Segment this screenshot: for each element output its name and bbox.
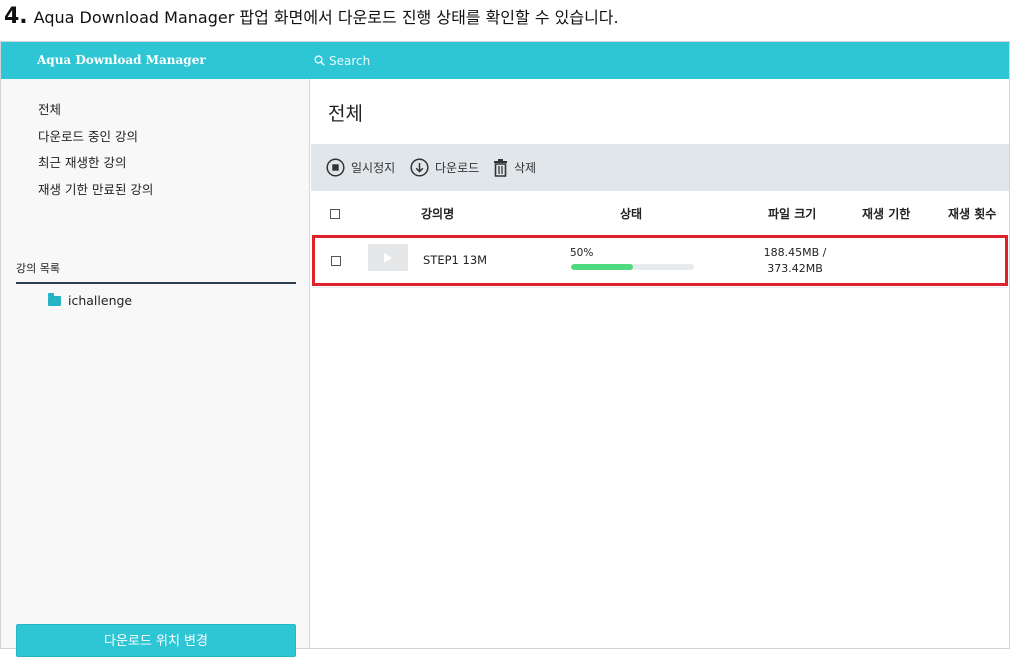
page-title: 전체 — [328, 103, 363, 125]
filter-downloading[interactable]: 다운로드 중인 강의 — [38, 124, 153, 151]
search-box[interactable]: Search — [314, 42, 370, 79]
folder-icon — [48, 292, 61, 306]
file-size: 188.45MB / 373.42MB — [735, 245, 855, 277]
folder-item[interactable]: ichallenge — [48, 292, 133, 308]
delete-label: 삭제 — [514, 161, 537, 175]
caption-text: Aqua Download Manager 팝업 화면에서 다운로드 진행 상태… — [33, 8, 619, 27]
download-icon — [410, 158, 429, 177]
col-expiry: 재생 기한 — [862, 207, 911, 221]
col-size: 파일 크기 — [768, 207, 817, 221]
download-list-area — [311, 287, 1009, 648]
progress-percent: 50% — [570, 247, 594, 259]
search-input[interactable]: Search — [329, 54, 370, 68]
main-panel: 전체 일시정지 다운로드 삭제 강의명 상태 파일 크기 재생 기한 재생 횟수 — [311, 79, 1009, 648]
file-size-downloaded: 188.45MB / — [763, 246, 827, 259]
delete-button[interactable]: 삭제 — [493, 144, 536, 191]
progress-fill — [571, 264, 633, 270]
filter-expired[interactable]: 재생 기한 만료된 강의 — [38, 177, 153, 204]
select-all-checkbox[interactable] — [330, 209, 340, 219]
instruction-caption: 4. Aqua Download Manager 팝업 화면에서 다운로드 진행 … — [0, 0, 1010, 40]
sidebar: 전체 다운로드 중인 강의 최근 재생한 강의 재생 기한 만료된 강의 강의 … — [1, 79, 310, 657]
col-plays: 재생 횟수 — [948, 207, 997, 221]
app-title: Aqua Download Manager — [37, 53, 206, 67]
table-row[interactable]: STEP1 13M 50% 188.45MB / 373.42MB — [312, 235, 1008, 286]
app-window: Aqua Download Manager Search 전체 다운로드 중인 … — [0, 41, 1010, 657]
col-name: 강의명 — [421, 207, 455, 221]
col-status: 상태 — [620, 207, 643, 221]
pause-icon — [326, 158, 345, 177]
filter-recent[interactable]: 최근 재생한 강의 — [38, 150, 153, 177]
progress-bar — [571, 264, 694, 270]
title-bar: Aqua Download Manager Search — [1, 42, 1009, 79]
filter-list: 전체 다운로드 중인 강의 최근 재생한 강의 재생 기한 만료된 강의 — [38, 97, 153, 203]
download-button[interactable]: 다운로드 — [410, 144, 479, 191]
folder-label: ichallenge — [68, 293, 133, 308]
play-icon — [384, 252, 392, 263]
search-icon — [314, 55, 325, 66]
change-location-button[interactable]: 다운로드 위치 변경 — [16, 624, 296, 657]
pause-label: 일시정지 — [351, 161, 396, 175]
table-header: 강의명 상태 파일 크기 재생 기한 재생 횟수 — [311, 201, 1009, 227]
course-list-title: 강의 목록 — [16, 260, 296, 284]
row-checkbox[interactable] — [331, 256, 341, 266]
file-size-total: 373.42MB — [767, 262, 823, 275]
filter-all[interactable]: 전체 — [38, 97, 153, 124]
pause-button[interactable]: 일시정지 — [326, 144, 395, 191]
step-number: 4. — [4, 4, 28, 29]
trash-icon — [494, 158, 507, 177]
lecture-name: STEP1 13M — [423, 253, 488, 267]
video-thumbnail[interactable] — [368, 244, 408, 271]
toolbar: 일시정지 다운로드 삭제 — [311, 144, 1009, 191]
download-label: 다운로드 — [435, 161, 480, 175]
